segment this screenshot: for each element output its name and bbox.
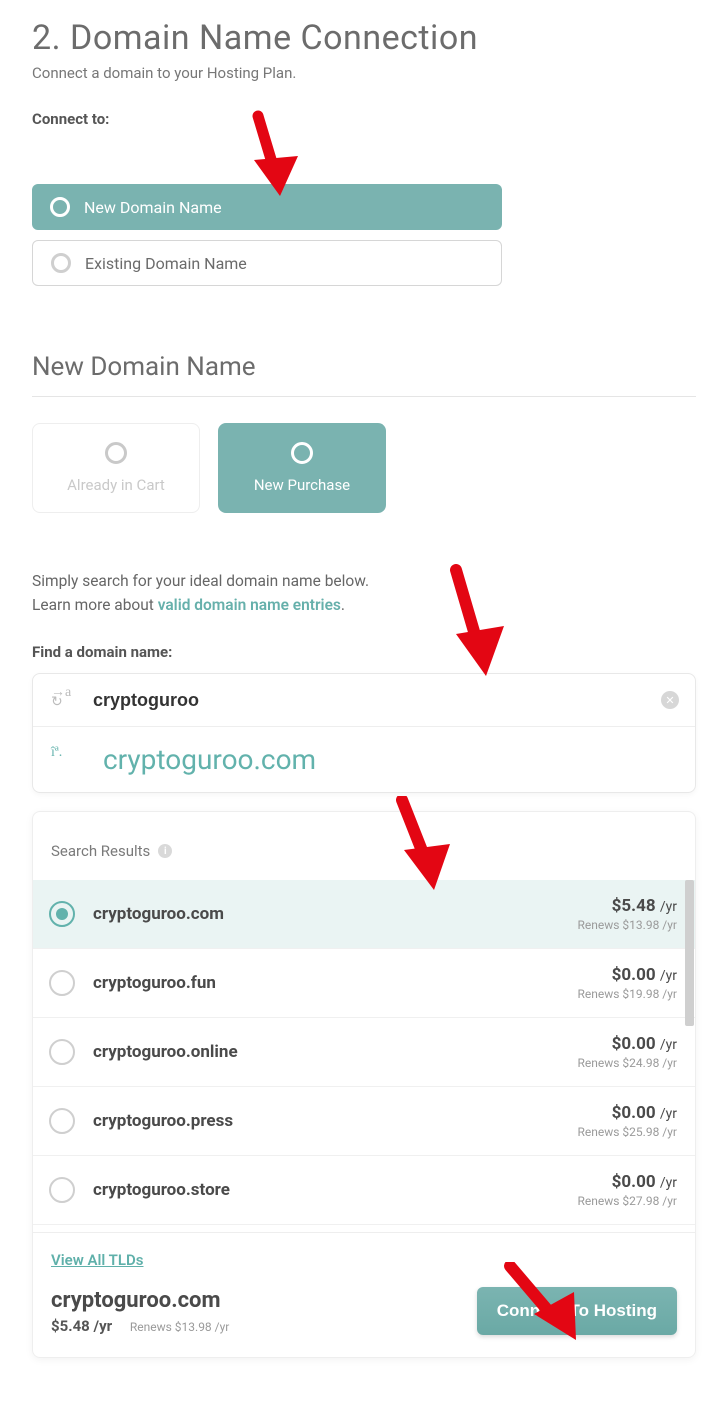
result-price: $0.00 <box>612 1172 656 1192</box>
divider <box>32 396 696 397</box>
find-domain-label: Find a domain name: <box>32 643 696 661</box>
option-label: Existing Domain Name <box>85 254 247 273</box>
result-name: cryptoguroo.press <box>93 1111 233 1131</box>
result-renews: Renews $13.98 /yr <box>578 918 678 932</box>
option-label: New Domain Name <box>84 198 222 217</box>
per-year: /yr <box>660 1037 677 1053</box>
per-year: /yr <box>660 1106 677 1122</box>
per-year: /yr <box>660 968 677 984</box>
result-row-clipped[interactable]: cryptoguroo.space $0.00 /yr <box>33 1224 695 1232</box>
result-name: cryptoguroo.com <box>93 904 224 924</box>
result-radio[interactable] <box>49 1177 75 1203</box>
domain-search-input[interactable] <box>93 690 677 711</box>
result-renews: Renews $25.98 /yr <box>578 1125 678 1139</box>
scrollbar-thumb[interactable] <box>685 880 694 1026</box>
result-row[interactable]: cryptoguroo.online $0.00 /yr Renews $24.98… <box>33 1017 695 1086</box>
per-year: /yr <box>660 1175 677 1191</box>
result-price: $0.00 <box>612 1034 656 1054</box>
result-price: $5.48 <box>612 896 656 916</box>
result-renews: Renews $27.98 /yr <box>578 1194 678 1208</box>
search-row: →a↻ ✕ <box>33 674 695 727</box>
radio-icon <box>51 253 71 273</box>
per-year: /yr <box>660 899 677 915</box>
valid-entries-link[interactable]: valid domain name entries <box>158 596 341 614</box>
connect-to-hosting-button[interactable]: Connect To Hosting <box>477 1287 677 1335</box>
result-name: cryptoguroo.store <box>93 1180 230 1200</box>
results-header: Search Results i <box>33 812 695 880</box>
help-line2-suffix: . <box>341 596 345 614</box>
selected-renews: Renews $13.98 /yr <box>130 1320 230 1334</box>
result-renews: Renews $19.98 /yr <box>578 987 678 1001</box>
info-icon[interactable]: i <box>158 844 172 858</box>
tab-new-purchase[interactable]: New Purchase <box>218 423 386 513</box>
tab-already-in-cart[interactable]: Already in Cart <box>32 423 200 513</box>
radio-icon <box>105 442 127 464</box>
result-row[interactable]: cryptoguroo.store $0.00 /yr Renews $27.98 … <box>33 1155 695 1224</box>
radio-icon <box>50 197 70 217</box>
view-all-tlds-link[interactable]: View All TLDs <box>51 1251 677 1269</box>
connect-to-label: Connect to: <box>32 110 696 128</box>
results-list: cryptoguroo.com $5.48 /yr Renews $13.98 /y… <box>33 880 695 1232</box>
result-name: cryptoguroo.fun <box>93 973 216 993</box>
result-name: cryptoguroo.online <box>93 1042 238 1062</box>
result-row[interactable]: cryptoguroo.fun $0.00 /yr Renews $19.98 /y… <box>33 948 695 1017</box>
result-radio[interactable] <box>49 901 75 927</box>
result-radio[interactable] <box>49 970 75 996</box>
selected-domain-name: cryptoguroo.com <box>51 1288 229 1313</box>
results-header-label: Search Results <box>51 842 150 860</box>
suggestion-prefix-icon: îª. <box>51 748 75 772</box>
suggestion-row[interactable]: îª. cryptoguroo.com <box>33 727 695 792</box>
section-title: New Domain Name <box>32 352 696 382</box>
result-price: $0.00 <box>612 965 656 985</box>
result-radio[interactable] <box>49 1108 75 1134</box>
radio-icon <box>291 442 313 464</box>
help-line2-prefix: Learn more about <box>32 596 158 614</box>
result-price: $0.00 <box>612 1103 656 1123</box>
page-title: 2. Domain Name Connection <box>32 18 696 58</box>
help-line1: Simply search for your ideal domain name… <box>32 572 369 590</box>
result-row[interactable]: cryptoguroo.press $0.00 /yr Renews $25.98 … <box>33 1086 695 1155</box>
help-text: Simply search for your ideal domain name… <box>32 569 696 617</box>
suggestion-text: cryptoguroo.com <box>103 743 316 776</box>
result-renews: Renews $24.98 /yr <box>578 1056 678 1070</box>
input-prefix-icon: →a↻ <box>51 688 75 712</box>
clear-icon[interactable]: ✕ <box>661 691 679 709</box>
search-card: →a↻ ✕ îª. cryptoguroo.com <box>32 673 696 793</box>
result-radio[interactable] <box>49 1039 75 1065</box>
option-existing-domain[interactable]: Existing Domain Name <box>32 240 502 286</box>
tab-label: New Purchase <box>254 476 350 494</box>
selected-price: $5.48 /yr <box>51 1317 112 1335</box>
tab-label: Already in Cart <box>67 476 165 494</box>
page-subtitle: Connect a domain to your Hosting Plan. <box>32 64 696 82</box>
result-row[interactable]: cryptoguroo.com $5.48 /yr Renews $13.98 /y… <box>33 880 695 948</box>
results-footer: View All TLDs cryptoguroo.com $5.48 /yr … <box>33 1232 695 1357</box>
results-card: Search Results i cryptoguroo.com $5.48 /y… <box>32 811 696 1358</box>
option-new-domain[interactable]: New Domain Name <box>32 184 502 230</box>
